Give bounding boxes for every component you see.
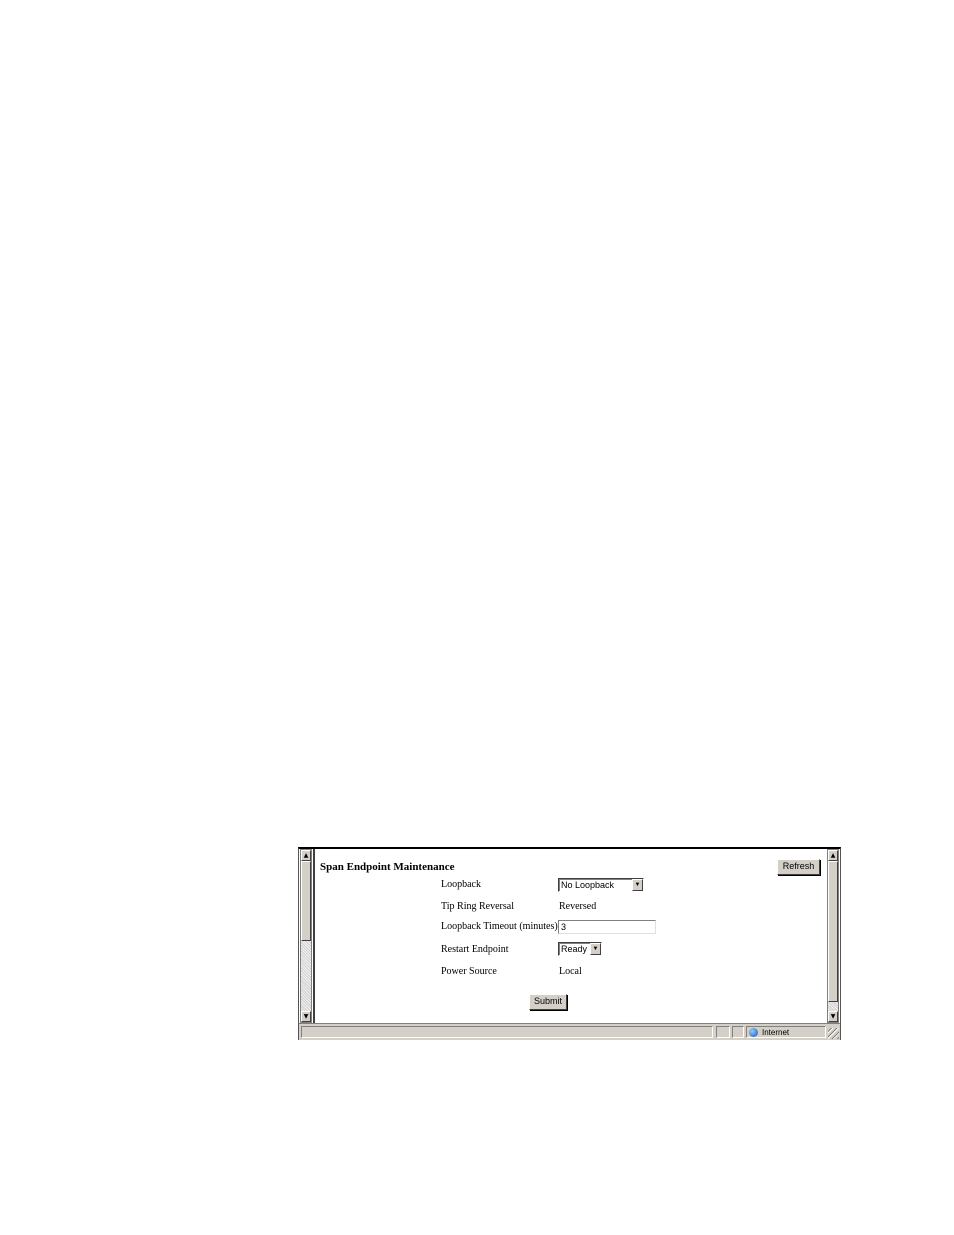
submit-button[interactable]: Submit xyxy=(529,994,567,1010)
loopback-timeout-input[interactable]: 3 xyxy=(558,920,656,934)
power-source-value: Local xyxy=(559,966,582,977)
browser-window: ▲ ▼ Span Endpoint Maintenance Refresh Lo… xyxy=(298,847,841,1040)
status-pane xyxy=(716,1026,730,1038)
status-pane xyxy=(732,1026,744,1038)
restart-endpoint-select-value: Ready xyxy=(561,944,588,954)
refresh-button[interactable]: Refresh xyxy=(777,859,820,875)
security-zone-label: Internet xyxy=(762,1028,790,1037)
chevron-down-icon[interactable]: ▼ xyxy=(590,943,601,955)
power-source-label: Power Source xyxy=(441,966,497,977)
restart-endpoint-label: Restart Endpoint xyxy=(441,944,509,955)
scroll-down-arrow-icon[interactable]: ▼ xyxy=(301,1011,311,1022)
restart-endpoint-select[interactable]: Ready ▼ xyxy=(558,942,602,956)
scroll-thumb[interactable] xyxy=(828,861,838,1002)
page-title: Span Endpoint Maintenance xyxy=(320,861,455,873)
scroll-up-arrow-icon[interactable]: ▲ xyxy=(301,850,311,861)
loopback-timeout-label: Loopback Timeout (minutes) xyxy=(441,921,558,932)
right-frame-scrollbar[interactable]: ▲ ▼ xyxy=(827,849,839,1023)
tip-ring-reversal-label: Tip Ring Reversal xyxy=(441,901,514,912)
security-zone-pane: Internet xyxy=(746,1026,826,1038)
status-bar: Internet xyxy=(299,1023,840,1040)
scroll-down-arrow-icon[interactable]: ▼ xyxy=(828,1011,838,1022)
resize-grip-icon[interactable] xyxy=(828,1028,839,1039)
status-message-pane xyxy=(301,1026,713,1038)
scroll-up-arrow-icon[interactable]: ▲ xyxy=(828,850,838,861)
loopback-label: Loopback xyxy=(441,879,481,890)
scroll-thumb[interactable] xyxy=(301,861,311,941)
left-frame-scrollbar[interactable]: ▲ ▼ xyxy=(300,849,312,1023)
chevron-down-icon[interactable]: ▼ xyxy=(632,879,643,891)
loopback-select[interactable]: No Loopback ▼ xyxy=(558,878,644,892)
tip-ring-reversal-value: Reversed xyxy=(559,901,597,912)
loopback-select-value: No Loopback xyxy=(561,880,615,890)
globe-icon xyxy=(749,1028,758,1037)
content-frame: Span Endpoint Maintenance Refresh Loopba… xyxy=(313,849,827,1023)
